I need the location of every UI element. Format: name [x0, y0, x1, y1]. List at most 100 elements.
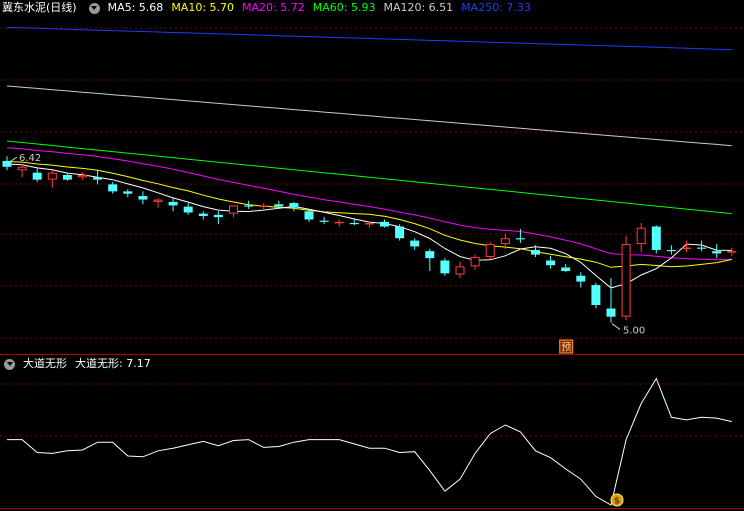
candle-body — [697, 247, 707, 249]
candle — [485, 241, 495, 260]
candle-body — [727, 251, 737, 253]
candle-body — [304, 211, 314, 220]
candle — [380, 219, 389, 228]
candle-body — [32, 172, 42, 180]
candle-body — [259, 205, 269, 207]
candle-body — [108, 184, 118, 192]
candle — [183, 203, 193, 215]
candle-body — [93, 177, 103, 180]
candle — [47, 170, 57, 188]
candle-body — [244, 205, 254, 207]
candle — [123, 189, 133, 198]
candle — [470, 254, 480, 270]
candle — [213, 211, 223, 225]
candle-body — [47, 172, 57, 180]
indicator-value: 大道无形: 7.17 — [75, 357, 151, 370]
candle-body — [546, 260, 556, 266]
ma250-line — [6, 26, 732, 51]
candle — [546, 255, 556, 269]
candle — [93, 170, 103, 185]
candle — [395, 224, 405, 241]
candle-body — [364, 223, 374, 225]
candle — [425, 248, 435, 272]
ma20-line — [6, 147, 732, 261]
candle-body — [500, 238, 510, 245]
candle — [561, 264, 571, 273]
ma120-line — [6, 85, 732, 147]
candle — [17, 164, 27, 178]
candle-body — [395, 226, 405, 239]
ma120-label: MA120: 6.51 — [383, 1, 454, 14]
yu-badge-label: 预 — [561, 342, 571, 354]
indicator-toggle-icon[interactable] — [4, 358, 15, 370]
candle-body — [319, 220, 329, 222]
indicator-line — [7, 377, 732, 506]
candle — [319, 217, 329, 225]
low-marker-line — [611, 323, 621, 330]
candle — [576, 272, 586, 288]
candle-body — [515, 238, 525, 240]
candle — [32, 167, 42, 182]
candle — [62, 173, 72, 181]
candle-body — [229, 205, 238, 214]
candle-body — [440, 260, 450, 274]
candle — [259, 203, 269, 211]
candle-body — [606, 308, 616, 317]
candle-body — [682, 247, 691, 250]
candle-body — [651, 226, 661, 250]
candle — [591, 282, 601, 309]
candle-body — [17, 166, 27, 171]
candle-body — [380, 221, 389, 227]
candle-body — [274, 204, 284, 207]
candle-body — [561, 267, 571, 272]
candle — [636, 223, 646, 253]
main-panel-header: 冀东水泥(日线) MA5: 5.68 MA10: 5.70 MA20: 5.72… — [0, 0, 539, 16]
candle — [168, 197, 178, 212]
candle — [621, 235, 631, 321]
sub-panel-header: 大道无形 大道无形: 7.17 — [0, 356, 159, 372]
indicator-toggle-icon[interactable] — [88, 2, 100, 14]
candle — [349, 219, 359, 226]
low-price-label: 5.00 — [623, 326, 645, 337]
candle — [440, 258, 450, 276]
candle-body — [213, 214, 223, 218]
candle-body — [289, 203, 299, 208]
candle-body — [636, 227, 646, 245]
candle — [651, 225, 661, 254]
candle — [410, 238, 420, 250]
candle-body — [621, 244, 631, 317]
candle-body — [78, 174, 87, 178]
candle-body — [485, 244, 495, 257]
candle — [2, 156, 12, 171]
candle — [727, 247, 737, 256]
candle-body — [334, 221, 344, 224]
ma20-label: MA20: 5.72 — [242, 1, 305, 14]
money-bag-label: $ — [614, 497, 620, 507]
candle-body — [591, 285, 601, 305]
candle-body — [138, 196, 148, 200]
candle-body — [153, 199, 163, 202]
candle — [229, 205, 238, 218]
stock-title: 冀东水泥(日线) — [2, 1, 77, 14]
candle-body — [470, 256, 480, 267]
candle-body — [123, 191, 133, 194]
kline-chart[interactable]: 6.42 5.00 预 $ — [0, 0, 744, 511]
candle — [153, 198, 163, 208]
candle — [334, 219, 344, 227]
candle — [78, 172, 87, 180]
candle — [666, 245, 676, 255]
candle — [455, 261, 465, 279]
candle-body — [168, 201, 178, 206]
candle-body — [425, 251, 435, 259]
ma250-label: MA250: 7.33 — [461, 1, 531, 14]
candle-body — [576, 275, 586, 282]
ma60-label: MA60: 5.93 — [312, 1, 376, 14]
candle-body — [712, 251, 722, 254]
candle-body — [531, 249, 540, 255]
candle — [712, 244, 722, 259]
candle — [198, 211, 208, 220]
candle-body — [455, 266, 465, 275]
candle-body — [666, 249, 676, 252]
candle — [138, 191, 148, 205]
indicator-title: 大道无形 — [23, 357, 67, 370]
